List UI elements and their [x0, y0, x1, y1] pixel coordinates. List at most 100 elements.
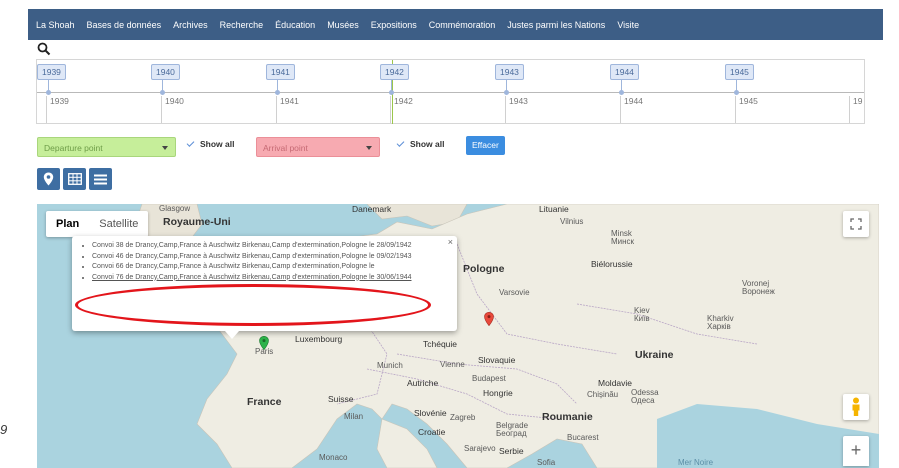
map-pin-icon: [43, 172, 54, 186]
nav-visite[interactable]: Visite: [617, 20, 639, 30]
map-label-moldavie: Moldavie: [598, 378, 633, 388]
popup-tail: [225, 331, 239, 339]
map-label-royaume-uni: Royaume-Uni: [163, 216, 231, 228]
nav-musees[interactable]: Musées: [327, 20, 359, 30]
top-navigation: La Shoah Bases de données Archives Reche…: [28, 9, 883, 40]
page: La Shoah Bases de données Archives Reche…: [0, 0, 899, 468]
convoy-item-highlighted[interactable]: Convoi 76 de Drancy,Camp,France à Auschw…: [92, 274, 449, 283]
map-label-munich: Munich: [377, 361, 403, 370]
timeline-axis-label: 1942: [390, 96, 413, 123]
map-marker-red-icon[interactable]: [484, 312, 494, 326]
map-label-budapest: Budapest: [472, 374, 506, 383]
map-label-bucarest: Bucarest: [567, 433, 599, 442]
map-label-chisinau: Chișinău: [587, 390, 619, 399]
timeline-dot: [160, 90, 165, 95]
map-label-france: France: [247, 396, 282, 408]
timeline-item[interactable]: 1945: [725, 64, 754, 80]
street-view-button[interactable]: [843, 394, 869, 420]
table-icon: [67, 173, 82, 185]
map-type-satellite-button[interactable]: Satellite: [89, 211, 148, 237]
timeline[interactable]: 1939 1940 1941 1942 1943 1944 1945 1939 …: [36, 59, 865, 124]
map-label-luxembourg: Luxembourg: [295, 334, 343, 344]
nav-archives[interactable]: Archives: [173, 20, 208, 30]
timeline-dot: [46, 90, 51, 95]
departure-placeholder: Departure point: [44, 143, 103, 153]
convoy-item[interactable]: Convoi 46 de Drancy,Camp,France à Auschw…: [92, 253, 449, 262]
clear-button[interactable]: Effacer: [466, 136, 505, 155]
timeline-item[interactable]: 1944: [610, 64, 639, 80]
zoom-search-icon[interactable]: [37, 42, 51, 56]
timeline-item[interactable]: 1940: [151, 64, 180, 80]
map-label-minsk-cyrillic: Минск: [611, 237, 635, 246]
map-label-vilnius: Vilnius: [560, 217, 584, 226]
timeline-axis-label: 1941: [276, 96, 299, 123]
map-label-vienne: Vienne: [440, 360, 465, 369]
map-label-autriche: Autriche: [407, 378, 439, 388]
table-view-button[interactable]: [63, 168, 86, 190]
pegman-icon: [852, 397, 860, 416]
arrival-select[interactable]: Arrival point: [256, 137, 380, 157]
map-view-button[interactable]: [37, 168, 60, 190]
timeline-axis-label: 1940: [161, 96, 184, 123]
fullscreen-icon: [850, 218, 862, 230]
check-icon: [396, 138, 405, 147]
list-view-button[interactable]: [89, 168, 112, 190]
convoy-list: Convoi 38 de Drancy,Camp,France à Auschw…: [92, 242, 449, 282]
timeline-item[interactable]: 1939: [37, 64, 66, 80]
map-label-milan: Milan: [344, 412, 364, 421]
zoom-in-button[interactable]: +: [843, 436, 869, 466]
convoy-item[interactable]: Convoi 38 de Drancy,Camp,France à Auschw…: [92, 242, 449, 251]
map-label-odessa-cyrillic: Одеса: [631, 396, 655, 405]
map-label-monaco: Monaco: [319, 453, 348, 462]
map-label-voronej-cyrillic: Воронеж: [742, 287, 775, 296]
map-label-sarajevo: Sarajevo: [464, 444, 496, 453]
map-label-varsovie: Varsovie: [499, 288, 530, 297]
nav-justes[interactable]: Justes parmi les Nations: [507, 20, 605, 30]
map-label-slovaquie: Slovaquie: [478, 355, 516, 365]
timeline-dot: [619, 90, 624, 95]
show-all-label: Show all: [410, 139, 445, 149]
timeline-axis-label: 1943: [505, 96, 528, 123]
map-type-control: Plan Satellite: [46, 211, 149, 237]
show-all-arrival-checkbox[interactable]: Show all: [396, 138, 445, 149]
list-icon: [94, 174, 107, 184]
map-label-pologne: Pologne: [463, 263, 505, 275]
timeline-item[interactable]: 1941: [266, 64, 295, 80]
map-label-sofia: Sofia: [537, 458, 556, 467]
nav-commemoration[interactable]: Commémoration: [429, 20, 496, 30]
nav-la-shoah[interactable]: La Shoah: [36, 20, 75, 30]
map-label-croatie: Croatie: [418, 427, 446, 437]
nav-expositions[interactable]: Expositions: [371, 20, 417, 30]
map-label-hongrie: Hongrie: [483, 388, 513, 398]
map-label-lituanie: Lituanie: [539, 204, 569, 214]
map-label-roumanie: Roumanie: [542, 411, 593, 423]
close-icon[interactable]: ×: [448, 237, 453, 247]
map-type-plan-button[interactable]: Plan: [46, 211, 89, 237]
nav-recherche[interactable]: Recherche: [220, 20, 264, 30]
map-label-mer-noire: Mer Noire: [678, 458, 714, 467]
map-label-slovenie: Slovénie: [414, 408, 447, 418]
arrival-placeholder: Arrival point: [263, 143, 308, 153]
timeline-axis-label: 1944: [620, 96, 643, 123]
map-label-danemark: Danemark: [352, 204, 392, 214]
timeline-item[interactable]: 1943: [495, 64, 524, 80]
convoy-item[interactable]: Convoi 66 de Drancy,Camp,France à Auschw…: [92, 263, 449, 272]
timeline-dot: [389, 90, 394, 95]
timeline-dot: [275, 90, 280, 95]
timeline-axis-label: 19: [849, 96, 862, 123]
timeline-item[interactable]: 1942: [380, 64, 409, 80]
nav-bases-de-donnees[interactable]: Bases de données: [87, 20, 162, 30]
chevron-down-icon: [366, 146, 372, 150]
map[interactable]: Glasgow Royaume-Uni Danemark Lituanie Vi…: [37, 204, 879, 468]
map-label-zagreb: Zagreb: [450, 413, 476, 422]
show-all-departure-checkbox[interactable]: Show all: [186, 138, 234, 149]
nav-education[interactable]: Éducation: [275, 20, 315, 30]
fullscreen-button[interactable]: [843, 211, 869, 237]
chevron-down-icon: [162, 146, 168, 150]
departure-select[interactable]: Departure point: [37, 137, 176, 157]
timeline-dot: [504, 90, 509, 95]
map-label-tchequie: Tchéquie: [423, 339, 458, 349]
map-label-bielorussie: Biélorussie: [591, 259, 633, 269]
map-label-kiev-cyrillic: Київ: [634, 314, 650, 323]
map-marker-green-icon[interactable]: [259, 336, 269, 350]
